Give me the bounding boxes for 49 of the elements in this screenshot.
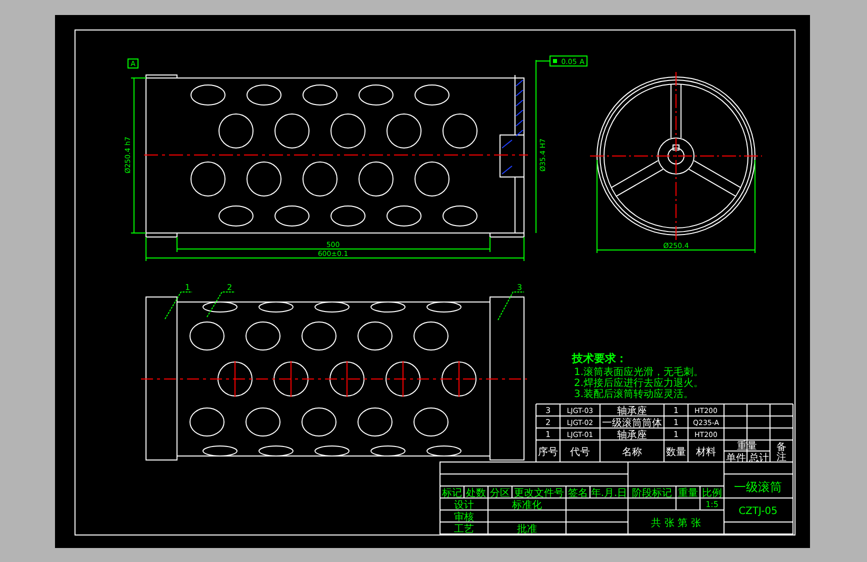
title-block-label: 更改文件号 (514, 488, 564, 499)
table-cell: 轴承座 (617, 406, 647, 417)
drawing-title: 一级滚筒 (734, 480, 782, 494)
title-block-label: 比例 (702, 488, 722, 499)
column-header: 名称 (622, 447, 642, 458)
table-cell: 3 (545, 406, 551, 415)
title-block-label: 分区 (490, 488, 510, 499)
datum-box (128, 58, 138, 68)
table-cell: 1 (673, 418, 679, 427)
requirement-text: 3.装配后滚筒转动应灵活。 (574, 389, 694, 400)
requirement-text: 2.焊接后应进行去应力退火。 (574, 378, 704, 389)
leader-line (498, 292, 524, 320)
leader-line (536, 60, 550, 62)
title-block-label: 重量 (678, 488, 698, 499)
table-cell: 2 (545, 418, 551, 427)
leader-line (164, 292, 192, 320)
requirements-title: 技术要求： (572, 352, 627, 365)
table-cell: 1 (673, 430, 679, 439)
column-header: 备注 (776, 442, 786, 463)
title-block-label: 标准化 (512, 500, 542, 511)
tolerance-frame (550, 56, 588, 66)
column-header: 数量 (666, 447, 686, 458)
column-header: 单件 (726, 453, 746, 464)
part-number: 2 (226, 283, 232, 292)
table-cell: 1 (545, 430, 551, 439)
part-number: 3 (516, 283, 522, 292)
title-block-label: 设计 (454, 500, 474, 511)
scale-value: 1:5 (706, 500, 718, 509)
requirement-text: 1.滚筒表面应光滑，无毛刺。 (574, 367, 704, 378)
column-header: 代号 (570, 447, 590, 458)
column-header: 重量 (737, 441, 757, 452)
sheet-count: 共 张 第 张 (651, 518, 701, 529)
title-block-label: 标记 (442, 488, 462, 499)
title-block-label: 批准 (517, 524, 537, 535)
leader-line (206, 292, 236, 318)
title-block-label: 阶段标记 (632, 488, 672, 499)
column-header: 序号 (538, 447, 558, 458)
title-block-label: 处数 (466, 488, 486, 499)
table-cell: 轴承座 (617, 430, 647, 441)
part-number: 1 (184, 283, 190, 292)
table-cell: 1 (673, 406, 679, 415)
title-block-label: 工艺 (454, 524, 474, 535)
title-block-label: 年.月.日 (590, 488, 628, 499)
drawing-number: CZTJ-05 (738, 506, 778, 517)
title-block-label: 审核 (454, 512, 474, 523)
title-block-label: 签名 (568, 488, 588, 499)
square-symbol-icon (553, 59, 557, 63)
table-cell: 一级滚筒筒体 (602, 418, 662, 429)
column-header: 材料 (696, 447, 716, 458)
